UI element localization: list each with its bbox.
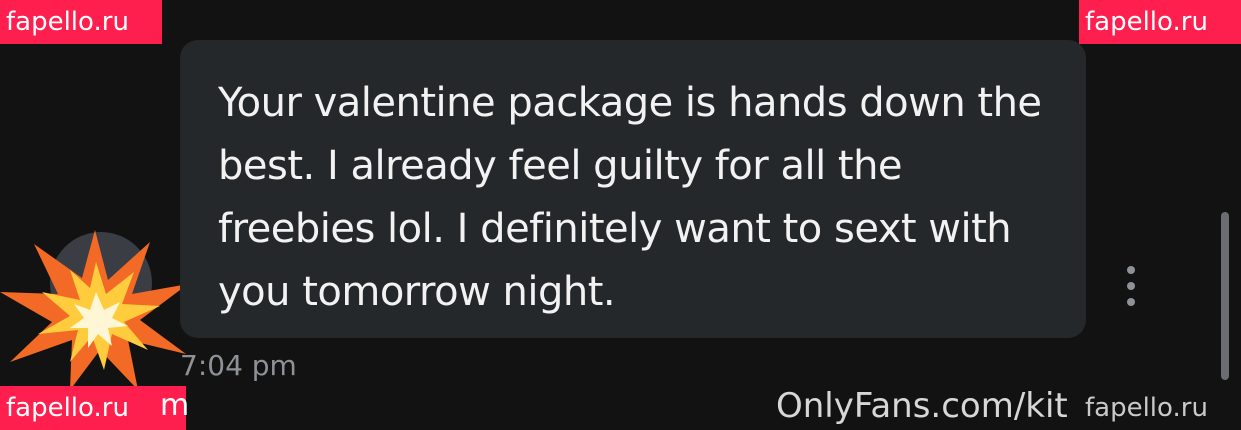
watermark-bottom-right: fapello.ru — [1085, 393, 1208, 423]
menu-dot — [1127, 282, 1135, 290]
watermark-top-left: fapello.ru — [0, 0, 162, 44]
scrollbar-thumb[interactable] — [1221, 212, 1229, 380]
site-url-watermark: OnlyFans.com/kit — [776, 386, 1068, 426]
watermark-bottom-left: fapello.ru — [0, 386, 162, 430]
cropped-text-tail: m — [160, 388, 190, 423]
watermark-top-right: fapello.ru — [1079, 0, 1241, 44]
message-text: Your valentine package is hands down the… — [218, 80, 1042, 315]
collision-emoji-icon — [0, 230, 188, 390]
menu-dot — [1127, 266, 1135, 274]
more-vertical-icon[interactable] — [1117, 266, 1145, 306]
menu-dot — [1127, 298, 1135, 306]
message-timestamp: 7:04 pm — [180, 349, 297, 382]
message-bubble[interactable]: Your valentine package is hands down the… — [180, 40, 1086, 338]
